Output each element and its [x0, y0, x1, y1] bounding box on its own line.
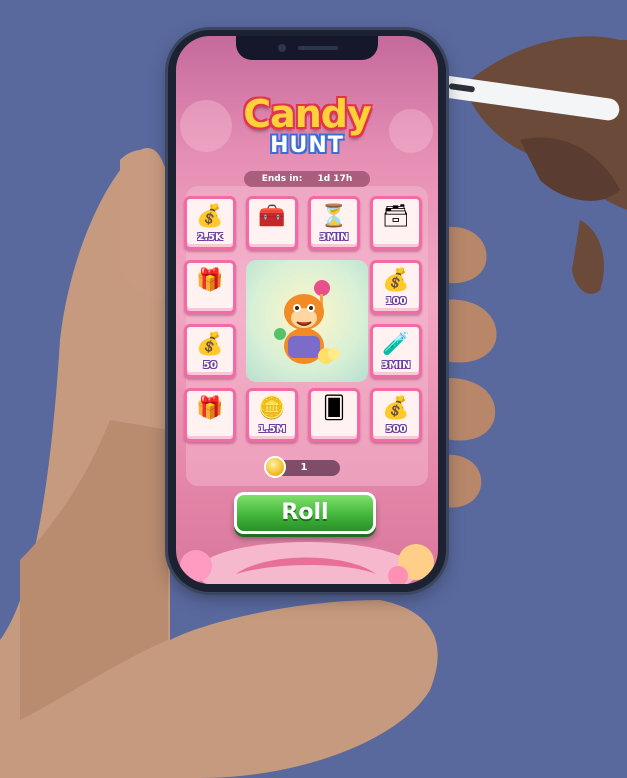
board-tile-8[interactable]: 🧪 3MIN: [370, 324, 422, 378]
board-tile-3[interactable]: ⏳ 3MIN: [308, 196, 360, 250]
coin-bag-icon: 💰: [382, 396, 410, 421]
blue-card-icon: 🂠: [322, 396, 346, 421]
event-timer: Ends in: 1d 17h: [244, 171, 370, 187]
ends-in-label: Ends in:: [261, 174, 303, 184]
dice-counter-value: 1: [300, 462, 308, 473]
game-screen: Candy HUNT Ends in: 1d 17h 💰 2.5K 🧰 ⏳ 3M…: [176, 36, 438, 584]
board-tile-11[interactable]: 🂠: [308, 388, 360, 442]
tile-label: 1.5M: [258, 424, 286, 435]
board-tile-2[interactable]: 🧰: [246, 196, 298, 250]
coin-bag-icon: 💰: [382, 268, 410, 293]
gift-box-icon: 🎁: [196, 396, 224, 421]
board-tile-5[interactable]: 🎁: [184, 260, 236, 314]
board-tile-10[interactable]: 🪙 1.5M: [246, 388, 298, 442]
candy-swirl-decoration: [180, 542, 434, 584]
gold-coins-icon: 🪙: [258, 396, 286, 421]
hourglass-icon: ⏳: [320, 204, 348, 229]
board-tile-4[interactable]: 🗃: [370, 196, 422, 250]
blue-chest-icon: 🗃: [382, 204, 410, 229]
tile-label: 2.5K: [197, 232, 223, 243]
game-logo: Candy HUNT: [228, 94, 386, 168]
logo-candy: Candy: [243, 92, 372, 136]
board-tile-1[interactable]: 💰 2.5K: [184, 196, 236, 250]
treasure-chest-pink-icon: 🧰: [258, 204, 286, 229]
potion-clock-icon: 🧪: [382, 332, 410, 357]
dice-token-icon: [264, 456, 286, 478]
board-tile-6[interactable]: 💰 100: [370, 260, 422, 314]
board-center: [246, 260, 368, 382]
board-tile-12[interactable]: 💰 500: [370, 388, 422, 442]
mascot-monkey: [274, 280, 340, 364]
coin-bag-icon: 💰: [196, 332, 224, 357]
tile-label: 3MIN: [319, 232, 349, 243]
gold-chest-icon: 🎁: [196, 268, 224, 293]
board-tile-7[interactable]: 💰 50: [184, 324, 236, 378]
logo-hunt: HUNT: [270, 133, 344, 158]
board-tile-9[interactable]: 🎁: [184, 388, 236, 442]
tile-label: 100: [385, 296, 407, 307]
coin-bag-icon: 💰: [196, 204, 224, 229]
tile-label: 500: [385, 424, 407, 435]
tile-label: 3MIN: [381, 360, 411, 371]
ends-in-value: 1d 17h: [317, 174, 353, 184]
tile-label: 50: [203, 360, 217, 371]
